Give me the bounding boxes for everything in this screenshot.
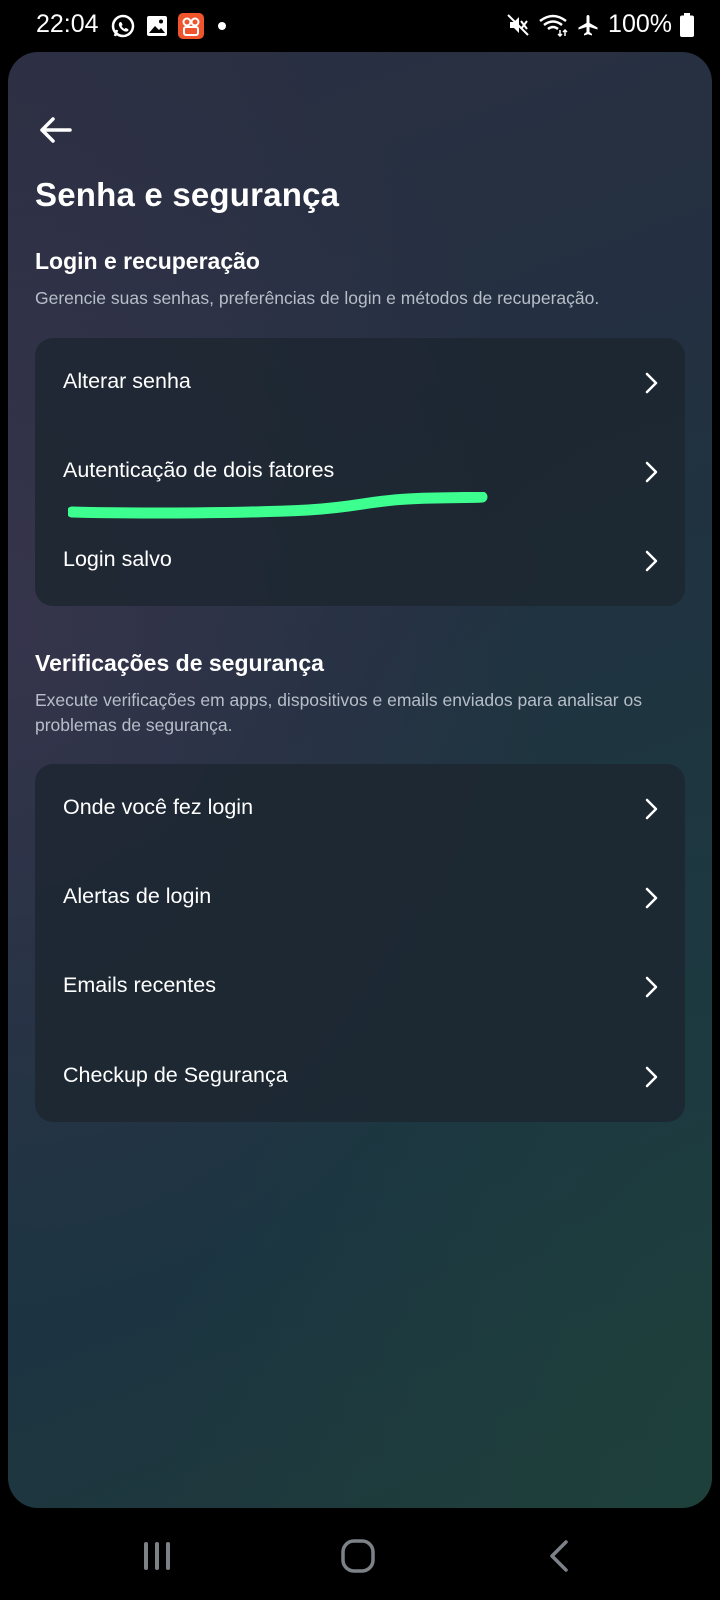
chevron-right-icon xyxy=(645,1066,658,1088)
system-back-icon[interactable] xyxy=(546,1538,572,1574)
security-checkup-item[interactable]: Checkup de Segurança xyxy=(35,1032,685,1122)
notification-icons xyxy=(110,13,226,39)
system-navigation-bar xyxy=(0,1516,720,1600)
chevron-right-icon xyxy=(645,461,658,483)
login-section-description: Gerencie suas senhas, preferências de lo… xyxy=(35,288,600,308)
login-options-card: Alterar senha Autenticação de dois fator… xyxy=(35,338,685,606)
app-notification-icon xyxy=(178,13,204,39)
where-logged-in-item[interactable]: Onde você fez login xyxy=(35,764,685,854)
security-checks-card: Onde você fez login Alertas de login Ema… xyxy=(35,764,685,1122)
login-alerts-label: Alertas de login xyxy=(63,884,212,908)
mute-icon xyxy=(507,13,529,36)
gallery-icon xyxy=(147,16,167,36)
two-factor-authentication-item[interactable]: Autenticação de dois fatores xyxy=(35,427,685,517)
status-bar: 22:04 100% xyxy=(0,0,720,52)
recent-emails-label: Emails recentes xyxy=(63,973,216,997)
chevron-right-icon xyxy=(645,372,658,394)
back-arrow-icon[interactable] xyxy=(36,110,76,150)
airplane-icon xyxy=(578,14,598,35)
chevron-right-icon xyxy=(645,550,658,572)
system-status: 100% xyxy=(506,10,694,39)
where-logged-in-label: Onde você fez login xyxy=(63,795,254,819)
login-section-title: Login e recuperação xyxy=(35,248,260,274)
recent-apps-icon[interactable] xyxy=(140,1538,174,1574)
security-checks-section-title: Verificações de segurança xyxy=(35,650,324,676)
chevron-right-icon xyxy=(645,976,658,998)
security-checkup-label: Checkup de Segurança xyxy=(63,1063,288,1087)
recent-emails-item[interactable]: Emails recentes xyxy=(35,942,685,1032)
app-screen: Senha e segurança Login e recuperação Ge… xyxy=(8,52,712,1508)
login-alerts-item[interactable]: Alertas de login xyxy=(35,853,685,943)
chevron-right-icon xyxy=(645,798,658,820)
chevron-right-icon xyxy=(645,887,658,909)
wifi-icon xyxy=(539,14,568,37)
two-factor-authentication-label: Autenticação de dois fatores xyxy=(63,458,335,482)
page-title: Senha e segurança xyxy=(35,176,340,213)
home-icon[interactable] xyxy=(340,1538,376,1574)
more-dot-icon xyxy=(218,22,226,30)
battery-percentage: 100% xyxy=(608,10,672,38)
change-password-label: Alterar senha xyxy=(63,369,191,393)
status-time: 22:04 xyxy=(36,10,99,38)
saved-login-item[interactable]: Login salvo xyxy=(35,516,685,606)
security-checks-section-description: Execute verificações em apps, dispositiv… xyxy=(35,690,642,735)
change-password-item[interactable]: Alterar senha xyxy=(35,338,685,428)
whatsapp-icon xyxy=(111,14,135,38)
battery-icon xyxy=(680,12,694,37)
saved-login-label: Login salvo xyxy=(63,547,172,571)
